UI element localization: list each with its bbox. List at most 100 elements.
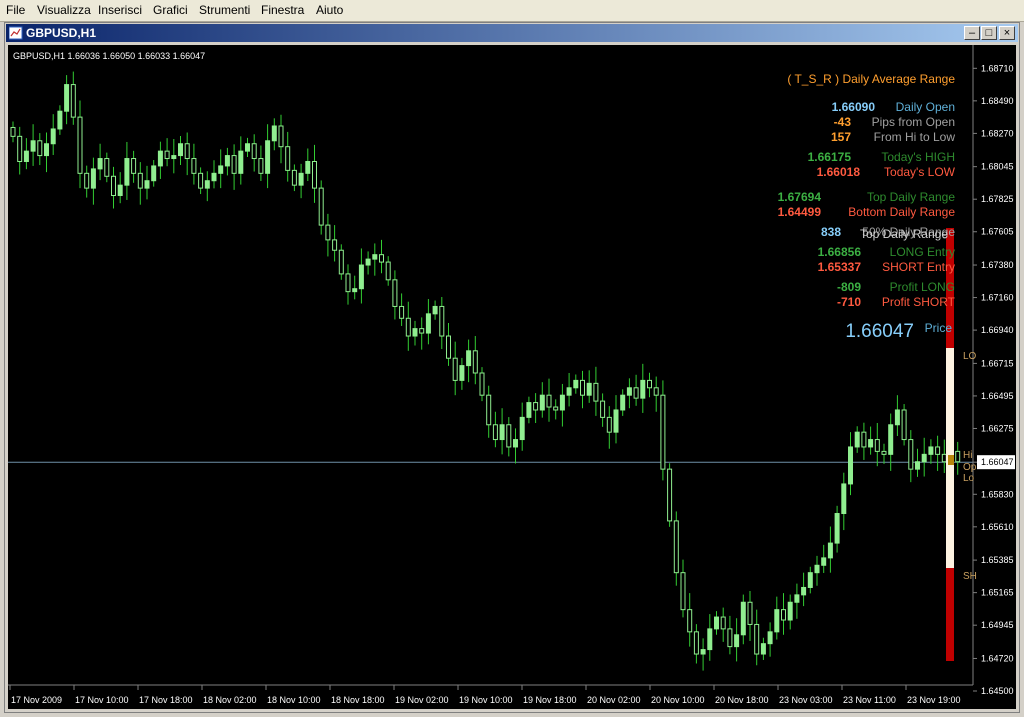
candle-body: [144, 180, 150, 189]
y-tick-label: 1.65610: [981, 522, 1014, 532]
x-tick-label: 17 Nov 2009: [11, 695, 62, 705]
candle-body: [613, 409, 619, 433]
candle-body: [124, 158, 130, 186]
candle-body: [318, 187, 324, 226]
x-tick-label: 23 Nov 19:00: [907, 695, 961, 705]
candle-body: [164, 150, 170, 160]
y-tick-label: 1.68710: [981, 63, 1014, 73]
candle-body: [479, 372, 485, 396]
candle-body: [546, 394, 552, 408]
menu-visualizza[interactable]: Visualizza: [37, 3, 91, 17]
maximize-button[interactable]: □: [981, 26, 997, 40]
range-marker: [948, 455, 954, 465]
close-button[interactable]: ×: [999, 26, 1015, 40]
candle-body: [700, 649, 706, 655]
tsr-value: 1.64499: [778, 205, 822, 219]
price-chart[interactable]: 1.68710 1.68490 1.68270 1.68045 1.67825 1.676…: [8, 45, 1016, 709]
candle-body: [57, 110, 63, 130]
x-tick-label: 20 Nov 02:00: [587, 695, 641, 705]
label-op: Op: [963, 462, 977, 473]
candle-body: [921, 453, 927, 463]
candle-body: [781, 609, 786, 621]
candle-body: [64, 84, 70, 112]
x-tick-label: 23 Nov 11:00: [843, 695, 896, 705]
candle-body: [198, 172, 204, 189]
chart-window-titlebar[interactable]: GBPUSD,H1 – □ ×: [6, 24, 1018, 42]
menu-inserisci[interactable]: Inserisci: [98, 3, 142, 17]
candle-body: [97, 158, 103, 170]
candle-body: [50, 128, 56, 145]
tsr-label: Bottom Daily Range: [848, 205, 955, 219]
menu-grafici[interactable]: Grafici: [153, 3, 188, 17]
tsr-label: LONG Entry: [890, 245, 955, 259]
candle-body: [955, 450, 961, 463]
tsr-value: -710: [837, 295, 861, 309]
candle-body: [513, 439, 518, 448]
candle-body: [559, 394, 565, 411]
candle-body: [881, 450, 887, 455]
candle-body: [593, 382, 599, 402]
candle-body: [727, 628, 733, 648]
candle-body: [821, 557, 827, 566]
candle-body: [633, 387, 639, 399]
y-tick-label: 1.67160: [981, 293, 1014, 303]
candlestick-chart: 1.68710 1.68490 1.68270 1.68045 1.67825 1.676…: [8, 45, 1016, 709]
candle-body: [345, 273, 351, 293]
candle-body: [17, 135, 23, 162]
candle-body: [231, 155, 237, 174]
candle-body: [265, 140, 271, 174]
candle-body: [794, 594, 800, 603]
x-tick-label: 19 Nov 02:00: [395, 695, 449, 705]
tsr-value: 1.66856: [818, 245, 862, 259]
candle-body: [553, 406, 559, 411]
candle-body: [573, 379, 579, 389]
candle-body: [620, 394, 626, 411]
candle-body: [224, 155, 230, 167]
candle-body: [258, 158, 264, 174]
candle-body: [841, 483, 847, 515]
candle-body: [472, 350, 478, 374]
menu-strumenti[interactable]: Strumenti: [199, 3, 250, 17]
candle-body: [787, 601, 793, 621]
candle-body: [425, 313, 431, 334]
y-tick-label: 1.65165: [981, 588, 1014, 598]
candle-body: [600, 400, 606, 418]
tsr-value: 1.66090: [832, 100, 876, 114]
candle-body: [660, 394, 666, 470]
candle-body: [285, 146, 291, 171]
candle-body: [325, 224, 331, 241]
tsr-label: From Hi to Low: [874, 130, 956, 144]
candle-body: [640, 379, 646, 399]
minimize-button[interactable]: –: [964, 26, 980, 40]
candle-body: [647, 379, 652, 389]
tsr-label: Top Daily Range: [867, 190, 955, 204]
x-tick-label: 19 Nov 10:00: [459, 695, 513, 705]
candle-body: [586, 382, 592, 396]
range-bar-bottom: [946, 568, 954, 661]
candle-body: [379, 254, 384, 263]
candle-body: [667, 468, 673, 522]
tsr-value: -43: [834, 115, 852, 129]
x-tick-label: 17 Nov 18:00: [139, 695, 193, 705]
menu-aiuto[interactable]: Aiuto: [316, 3, 343, 17]
candle-body: [519, 416, 525, 441]
menu-finestra[interactable]: Finestra: [261, 3, 304, 17]
x-tick-label: 23 Nov 03:00: [779, 695, 833, 705]
y-tick-label: 1.68490: [981, 96, 1014, 106]
x-tick-label: 17 Nov 10:00: [75, 695, 129, 705]
x-tick-label: 19 Nov 18:00: [523, 695, 577, 705]
candle-body: [151, 165, 157, 182]
candle-body: [338, 249, 344, 275]
candle-body: [385, 261, 391, 281]
y-tick-label: 1.66715: [981, 358, 1014, 368]
candle-body: [332, 239, 338, 251]
menu-file[interactable]: File: [6, 3, 25, 17]
x-tick-label: 18 Nov 18:00: [331, 695, 385, 705]
candle-body: [894, 409, 900, 426]
candle-body: [44, 143, 49, 157]
tsr-price-value: 1.66047: [845, 321, 914, 342]
candle-body: [580, 379, 585, 396]
candle-body: [506, 424, 512, 448]
tsr-value: 157: [831, 130, 851, 144]
candle-body: [84, 172, 90, 189]
